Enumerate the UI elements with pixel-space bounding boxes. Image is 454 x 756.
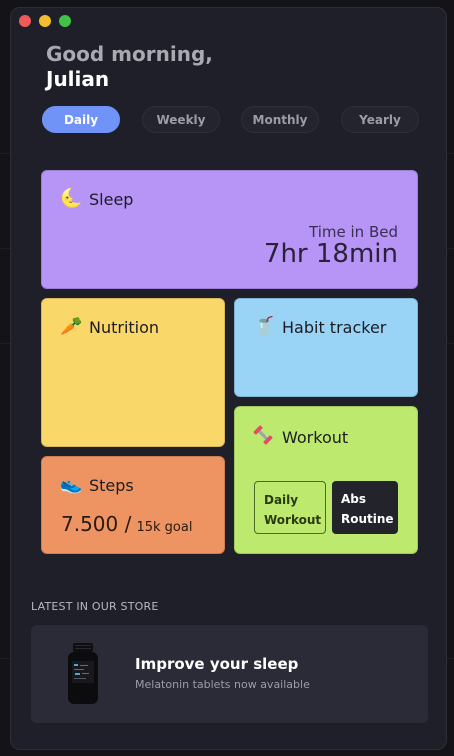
maximize-window-button[interactable] [59,15,71,27]
abs-routine-button[interactable]: Abs Routine [332,481,398,534]
card-title: Workout [282,428,349,447]
steps-goal: 15k goal [136,520,193,535]
steps-count: 7.500 / [61,512,132,536]
time-in-bed-value: 7hr 18min [263,239,398,269]
moon-icon: 🌜 [60,188,83,209]
habit-tracker-card[interactable]: 🥤 Habit tracker [234,298,418,397]
drink-cup-icon: 🥤 [253,316,276,337]
nutrition-card[interactable]: 🥕 Nutrition [41,298,225,447]
workout-card[interactable]: Workout Daily Workout Abs Routine [234,406,418,554]
steps-card[interactable]: 👟 Steps 7.500 / 15k goal [41,456,225,554]
greeting: Good morning, Julian [46,42,213,92]
app-window: Good morning, Julian Daily Weekly Monthl… [10,7,447,750]
supplement-bottle-image [68,643,98,704]
sneaker-icon: 👟 [60,474,83,495]
daily-workout-button[interactable]: Daily Workout [254,481,326,534]
greeting-line: Good morning, [46,42,213,66]
card-title: Habit tracker [282,317,387,337]
promo-title: Improve your sleep [135,655,299,673]
user-name: Julian [46,67,110,91]
tab-weekly[interactable]: Weekly [142,106,220,133]
store-promo-card[interactable]: Improve your sleep Melatonin tablets now… [31,625,428,723]
store-section-label: LATEST IN OUR STORE [31,600,159,613]
steps-progress: 7.500 / 15k goal [61,512,192,536]
card-title: Steps [89,475,134,495]
promo-subtitle: Melatonin tablets now available [135,678,310,691]
sleep-card[interactable]: 🌜 Sleep Time in Bed 7hr 18min [41,170,418,289]
carrot-icon: 🥕 [60,316,83,337]
dumbbell-icon [253,425,273,450]
card-title: Nutrition [89,317,160,337]
card-title: Sleep [89,189,134,209]
tab-monthly[interactable]: Monthly [241,106,319,133]
tab-daily[interactable]: Daily [42,106,120,133]
tab-yearly[interactable]: Yearly [341,106,419,133]
close-window-button[interactable] [19,15,31,27]
minimize-window-button[interactable] [39,15,51,27]
window-controls [19,15,71,27]
period-tabs: Daily Weekly Monthly Yearly [42,106,420,134]
